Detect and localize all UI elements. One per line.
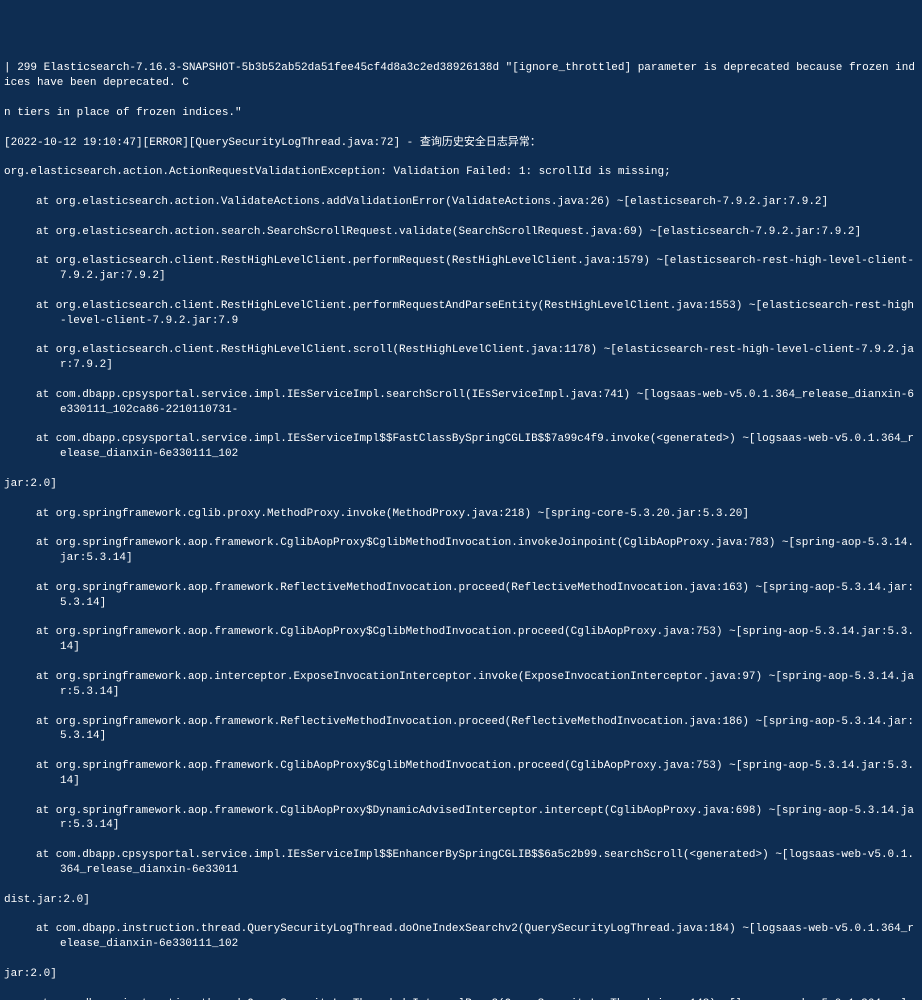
stack-frame: at org.springframework.aop.interceptor.E… xyxy=(4,670,918,700)
stack-frame: at org.elasticsearch.client.RestHighLeve… xyxy=(4,343,918,373)
log-line: n tiers in place of frozen indices." xyxy=(4,106,918,121)
stack-frame: at org.elasticsearch.action.ValidateActi… xyxy=(4,195,918,210)
stack-frame: at com.dbapp.instruction.thread.QuerySec… xyxy=(4,997,918,1000)
stack-frame: at org.elasticsearch.action.search.Searc… xyxy=(4,225,918,240)
stack-frame: at org.elasticsearch.client.RestHighLeve… xyxy=(4,254,918,284)
stack-frame: at org.springframework.aop.framework.Cgl… xyxy=(4,536,918,566)
stack-frame: at org.springframework.aop.framework.Ref… xyxy=(4,715,918,745)
exception-message: org.elasticsearch.action.ActionRequestVa… xyxy=(4,165,918,180)
stack-frame: at org.springframework.aop.framework.Cgl… xyxy=(4,759,918,789)
log-line-continuation: jar:2.0] xyxy=(4,477,918,492)
stack-frame: at org.springframework.cglib.proxy.Metho… xyxy=(4,507,918,522)
stack-frame: at org.springframework.aop.framework.Cgl… xyxy=(4,625,918,655)
log-line: | 299 Elasticsearch-7.16.3-SNAPSHOT-5b3b… xyxy=(4,61,918,91)
stack-frame: at com.dbapp.cpsysportal.service.impl.IE… xyxy=(4,848,918,878)
log-error-header: [2022-10-12 19:10:47][ERROR][QuerySecuri… xyxy=(4,136,918,151)
stack-frame: at com.dbapp.cpsysportal.service.impl.IE… xyxy=(4,432,918,462)
stack-frame: at org.elasticsearch.client.RestHighLeve… xyxy=(4,299,918,329)
stack-frame: at org.springframework.aop.framework.Ref… xyxy=(4,581,918,611)
stack-frame: at com.dbapp.instruction.thread.QuerySec… xyxy=(4,922,918,952)
log-line-continuation: jar:2.0] xyxy=(4,967,918,982)
log-line-continuation: dist.jar:2.0] xyxy=(4,893,918,908)
stack-frame: at com.dbapp.cpsysportal.service.impl.IE… xyxy=(4,388,918,418)
stack-frame: at org.springframework.aop.framework.Cgl… xyxy=(4,804,918,834)
